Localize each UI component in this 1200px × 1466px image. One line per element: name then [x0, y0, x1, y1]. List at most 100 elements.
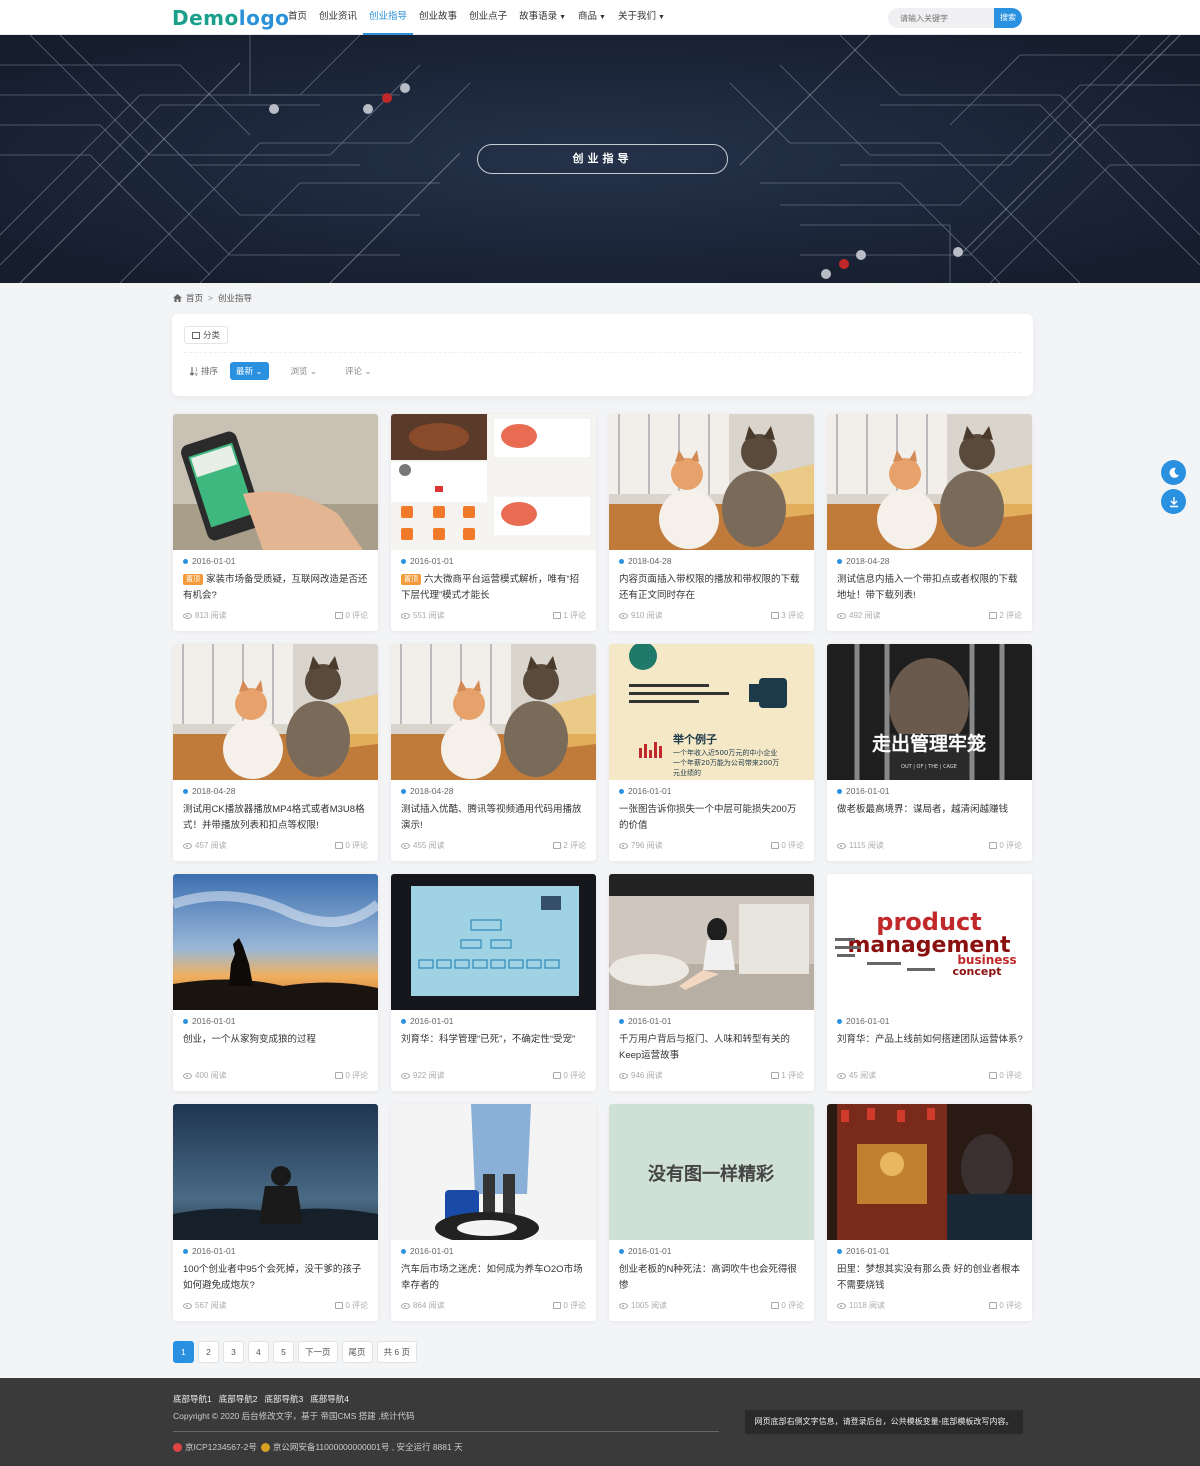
article-title[interactable]: 千万用户背后与抠门、人味和转型有关的Keep运营故事 [619, 1032, 805, 1064]
article-card[interactable]: 2018-04-28 测试信息内插入一个带扣点或者权限的下载地址！带下载列表! 49… [827, 414, 1032, 631]
article-card[interactable]: 2018-04-28 测试插入优酷、腾讯等视频通用代码用播放演示! 455 阅读 2 … [391, 644, 596, 861]
article-card[interactable]: 2016-01-01 置顶 家装市场备受质疑，互联网改造是否还有机会? 813 阅读 0… [173, 414, 378, 631]
article-title[interactable]: 刘育华：产品上线前如何搭建团队运营体系? [837, 1032, 1023, 1064]
article-meta: 922 阅读 0 评论 [401, 1070, 586, 1081]
article-card[interactable]: 2016-01-01 刘育华：科学管理“已死”，不确定性“受宠” 922 阅读 0 评… [391, 874, 596, 1091]
article-title[interactable]: 汽车后市场之迷虎：如何成为养车O2O市场幸存者的 [401, 1262, 587, 1294]
article-title[interactable]: 创业，一个从家狗变成狼的过程 [183, 1032, 369, 1064]
article-thumbnail[interactable] [391, 644, 596, 780]
article-title[interactable]: 做老板最高境界：谋局者，越清闲越赚钱 [837, 802, 1023, 834]
article-title-text: 创业老板的N种死法：高调吹牛也会死得很惨 [619, 1264, 797, 1291]
site-logo[interactable]: Demologo [172, 6, 289, 30]
article-thumbnail[interactable] [173, 1104, 378, 1240]
article-card[interactable]: 2016-01-01 100个创业者中95个会死掉，没干爹的孩子如何避免成炮灰? 5… [173, 1104, 378, 1321]
article-thumbnail[interactable] [391, 414, 596, 550]
next-page-button[interactable]: 下一页 [298, 1341, 338, 1363]
sort-option[interactable]: 浏览 ⌄ [285, 362, 324, 380]
article-title[interactable]: 置顶 家装市场备受质疑，互联网改造是否还有机会? [183, 572, 369, 604]
nav-item[interactable]: 关于我们 ▼ [612, 0, 671, 35]
sort-option[interactable]: 最新 ⌄ [230, 362, 269, 380]
article-card[interactable]: 2018-04-28 测试用CK播放器播放MP4格式或者M3U8格式！并带播放列表… [173, 644, 378, 861]
nav-item[interactable]: 创业故事 [413, 0, 463, 35]
breadcrumb-current[interactable]: 创业指导 [218, 292, 252, 304]
article-date-text: 2016-01-01 [628, 786, 672, 796]
sort-option[interactable]: 评论 ⌄ [339, 362, 378, 380]
eye-icon [183, 1302, 192, 1309]
view-count-text: 455 阅读 [413, 841, 445, 850]
article-thumbnail[interactable]: product management business concept [827, 874, 1032, 1010]
comment-icon [771, 612, 780, 619]
article-title[interactable]: 田里：梦想其实没有那么贵 好的创业者根本不需要烧钱 [837, 1262, 1023, 1294]
view-count: 1005 阅读 [619, 1300, 667, 1311]
article-thumbnail[interactable] [391, 1104, 596, 1240]
view-count: 457 阅读 [183, 840, 227, 851]
article-card[interactable]: 2018-04-28 内容页面插入带权限的播放和带权限的下载还有正文同时存在 910… [609, 414, 814, 631]
nav-item[interactable]: 故事语录 ▼ [513, 0, 572, 35]
footer-link[interactable]: 底部导航1 [173, 1393, 212, 1405]
date-dot-icon [837, 558, 842, 564]
article-thumbnail[interactable] [609, 414, 814, 550]
chevron-down-icon: ⌄ [307, 366, 318, 376]
breadcrumb-home[interactable]: 首页 [186, 292, 203, 304]
article-thumbnail[interactable] [173, 874, 378, 1010]
article-title[interactable]: 刘育华：科学管理“已死”，不确定性“受宠” [401, 1032, 587, 1064]
eye-icon [837, 1072, 846, 1079]
article-thumbnail[interactable] [827, 1104, 1032, 1240]
footer-link[interactable]: 底部导航4 [310, 1393, 349, 1405]
article-thumbnail[interactable] [173, 644, 378, 780]
article-title[interactable]: 100个创业者中95个会死掉，没干爹的孩子如何避免成炮灰? [183, 1262, 369, 1294]
article-thumbnail[interactable]: 没有图一样精彩 [609, 1104, 814, 1240]
search-button[interactable]: 搜索 [994, 8, 1022, 28]
moon-icon [1169, 467, 1179, 478]
comment-count-text: 2 评论 [999, 611, 1022, 620]
article-card[interactable]: 2016-01-01 汽车后市场之迷虎：如何成为养车O2O市场幸存者的 864 阅读… [391, 1104, 596, 1321]
comment-icon [335, 612, 344, 619]
article-title[interactable]: 置顶 六大微商平台运营模式解析，唯有“招下层代理”模式才能长 [401, 572, 587, 604]
article-card[interactable]: 2016-01-01 千万用户背后与抠门、人味和转型有关的Keep运营故事 946 … [609, 874, 814, 1091]
page-number-button[interactable]: 1 [173, 1341, 194, 1363]
svg-text:走出管理牢笼: 走出管理牢笼 [872, 732, 986, 755]
article-thumbnail[interactable]: 走出管理牢笼 OUT | OF | THE | CAGE [827, 644, 1032, 780]
article-thumbnail[interactable] [391, 874, 596, 1010]
article-card[interactable]: product management business concept 2016-01-… [827, 874, 1032, 1091]
nav-item[interactable]: 创业指导 [363, 0, 414, 35]
article-title[interactable]: 创业老板的N种死法：高调吹牛也会死得很惨 [619, 1262, 805, 1294]
article-thumbnail[interactable]: 举个例子 一个年收入近500万元的中小企业 一个年薪20万能为公司带来200万 元业绩… [609, 644, 814, 780]
page-number-button[interactable]: 4 [248, 1341, 269, 1363]
article-card[interactable]: 2016-01-01 田里：梦想其实没有那么贵 好的创业者根本不需要烧钱 1018 … [827, 1104, 1032, 1321]
article-card[interactable]: 举个例子 一个年收入近500万元的中小企业 一个年薪20万能为公司带来200万 元业绩… [609, 644, 814, 861]
date-dot-icon [183, 1018, 188, 1024]
svg-text:一个年薪20万能为公司带来200万: 一个年薪20万能为公司带来200万 [673, 758, 779, 767]
article-title[interactable]: 测试信息内插入一个带扣点或者权限的下载地址！带下载列表! [837, 572, 1023, 604]
search-input[interactable] [888, 8, 994, 28]
last-page-button[interactable]: 尾页 [341, 1341, 373, 1363]
article-card[interactable]: 2016-01-01 创业，一个从家狗变成狼的过程 400 阅读 0 评论 [173, 874, 378, 1091]
theme-toggle-button[interactable] [1161, 460, 1186, 485]
article-card[interactable]: 走出管理牢笼 OUT | OF | THE | CAGE 2016-01-01 做老板… [827, 644, 1032, 861]
article-card[interactable]: 2016-01-01 置顶 六大微商平台运营模式解析，唯有“招下层代理”模式才能长 5… [391, 414, 596, 631]
article-meta: 796 阅读 0 评论 [619, 840, 804, 851]
nav-item[interactable]: 商品 ▼ [572, 0, 612, 35]
comment-count-text: 0 评论 [345, 841, 368, 850]
category-filter[interactable]: 分类 [184, 326, 229, 344]
download-button[interactable] [1161, 489, 1186, 514]
article-date-text: 2016-01-01 [846, 1016, 890, 1026]
nav-item[interactable]: 首页 [282, 0, 313, 35]
article-thumbnail[interactable] [827, 414, 1032, 550]
article-title[interactable]: 测试用CK播放器播放MP4格式或者M3U8格式！并带播放列表和扣点等权限! [183, 802, 369, 834]
page-number-button[interactable]: 3 [223, 1341, 244, 1363]
footer-link[interactable]: 底部导航3 [264, 1393, 303, 1405]
icp-number[interactable]: 京ICP1234567-2号 [185, 1441, 257, 1453]
page-number-button[interactable]: 5 [273, 1341, 294, 1363]
nav-item[interactable]: 创业资讯 [313, 0, 363, 35]
article-thumbnail[interactable] [173, 414, 378, 550]
nav-item[interactable]: 创业点子 [463, 0, 513, 35]
footer-link[interactable]: 底部导航2 [219, 1393, 258, 1405]
article-thumbnail[interactable] [609, 874, 814, 1010]
article-title[interactable]: 一张图告诉你损失一个中层可能损失200万的价值 [619, 802, 805, 834]
article-card[interactable]: 没有图一样精彩 2016-01-01 创业老板的N种死法：高调吹牛也会死得很惨 100… [609, 1104, 814, 1321]
page-number-button[interactable]: 2 [198, 1341, 219, 1363]
police-record[interactable]: 京公网安备11000000000001号 , 安全运行 8881 天 [273, 1441, 463, 1453]
article-title[interactable]: 内容页面插入带权限的播放和带权限的下载还有正文同时存在 [619, 572, 805, 604]
article-title[interactable]: 测试插入优酷、腾讯等视频通用代码用播放演示! [401, 802, 587, 834]
